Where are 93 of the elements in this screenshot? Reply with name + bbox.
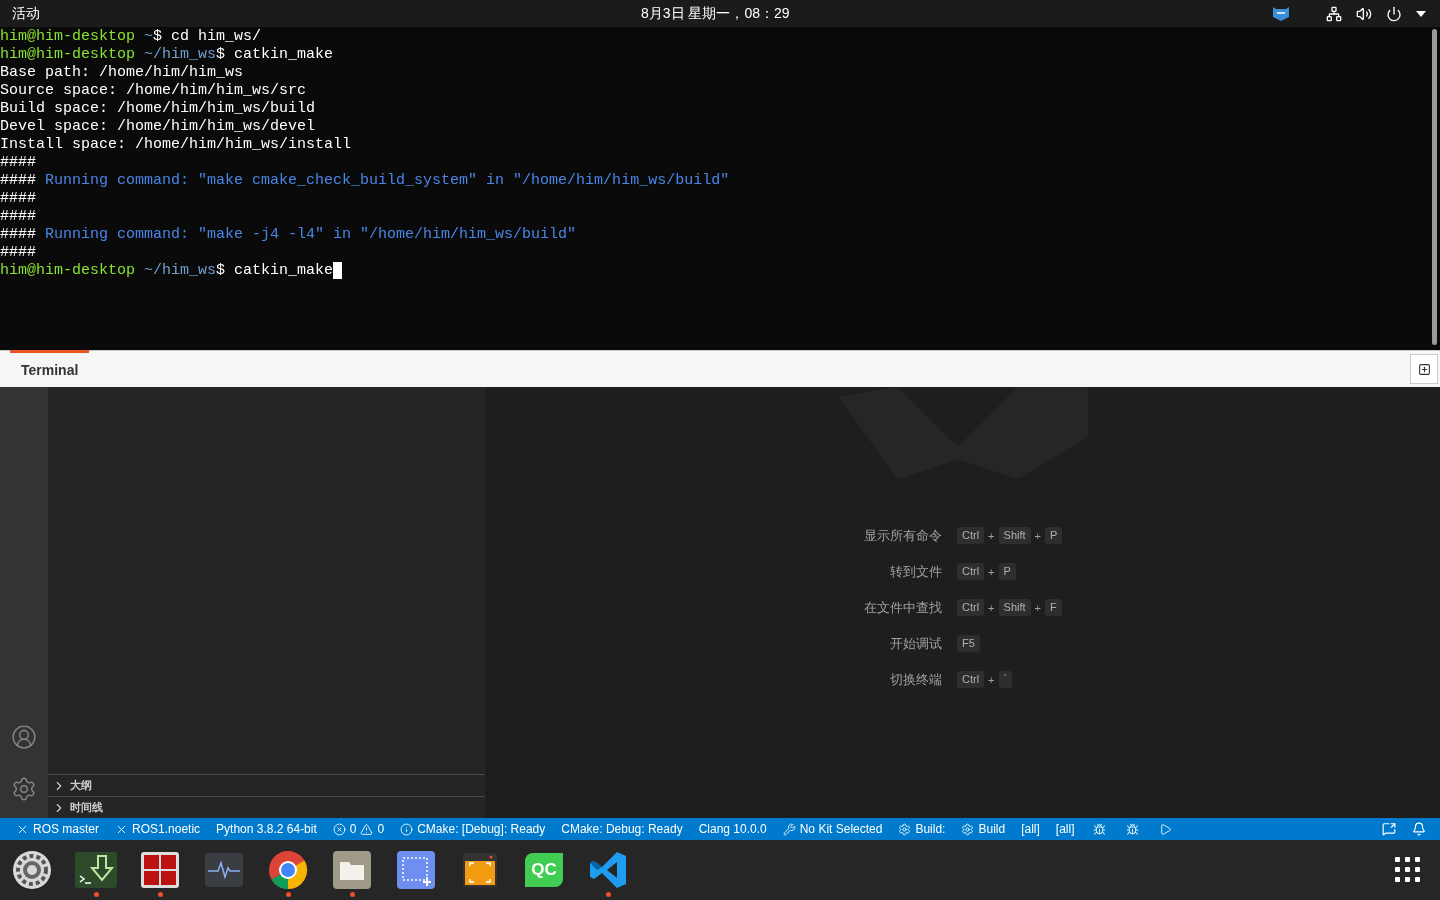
shortcut-label: 显示所有命令 — [863, 527, 942, 546]
bug-icon — [1125, 822, 1139, 836]
play-icon — [1158, 822, 1172, 836]
shortcut-label: 开始调试 — [889, 635, 942, 654]
section-title: 时间线 — [70, 800, 103, 816]
plus-sign: + — [988, 528, 995, 544]
terminal-line: #### — [0, 154, 37, 172]
shortcut-label: 在文件中查找 — [863, 599, 942, 618]
activities-button[interactable]: 活动 — [0, 3, 52, 24]
tray-app-icon[interactable] — [1272, 5, 1290, 22]
terminal-line: him@him-desktop ~/him_ws$ catkin_make — [0, 46, 335, 64]
keyboard-key: Ctrl — [957, 563, 985, 581]
status-item[interactable]: CMake: Debug: Ready — [553, 818, 691, 840]
terminal-line: Devel space: /home/him/him_ws/devel — [0, 118, 317, 136]
qt-creator-icon: QC — [525, 853, 563, 887]
code-editor-icon — [588, 850, 628, 890]
feedback-icon[interactable] — [1382, 822, 1396, 836]
keyboard-key: P — [1045, 527, 1063, 545]
plus-sign: + — [988, 564, 995, 580]
problems-status[interactable]: 0 0 — [324, 818, 393, 840]
folder-icon — [332, 850, 372, 890]
terminal-line: him@him-desktop ~$ cd him_ws/ — [0, 28, 263, 46]
wrench-icon — [782, 822, 796, 836]
plus-sign: + — [1034, 528, 1041, 544]
gear-icon — [898, 822, 912, 836]
running-indicator — [285, 892, 291, 897]
terminal-grid-icon — [140, 850, 180, 890]
app-grid-icon[interactable] — [1395, 857, 1421, 883]
dropdown-arrow-icon[interactable] — [1416, 10, 1426, 17]
keyboard-key: Shift — [998, 599, 1031, 617]
terminal-line: Source space: /home/him/him_ws/src — [0, 82, 308, 100]
plus-sign: + — [1034, 600, 1041, 616]
error-count: 0 — [349, 821, 357, 838]
status-item[interactable]: Python 3.8.2 64-bit — [208, 818, 325, 840]
shortcut-label: 转到文件 — [889, 563, 942, 582]
status-item[interactable]: ROS master — [8, 818, 107, 840]
status-item[interactable]: Clang 10.0.0 — [690, 818, 775, 840]
status-item[interactable]: Build — [953, 818, 1014, 840]
terminal-line: Build space: /home/him/him_ws/build — [0, 100, 317, 118]
system-monitor-icon — [204, 852, 244, 888]
running-indicator — [349, 892, 355, 897]
keyboard-key: Shift — [998, 527, 1031, 545]
shortcut-label: 切换终端 — [889, 671, 942, 690]
running-indicator — [157, 892, 163, 897]
terminal-download-icon — [74, 850, 118, 890]
clock[interactable]: 8月3日 星期一，08：29 — [641, 3, 790, 24]
status-item[interactable]: [all] — [1047, 818, 1083, 840]
keyboard-key: Ctrl — [957, 671, 985, 689]
bug-icon — [1092, 822, 1106, 836]
scrollbar[interactable] — [1432, 29, 1437, 345]
sidebar-section-header[interactable]: 大纲 — [48, 774, 485, 796]
warning-count: 0 — [377, 821, 385, 838]
keyboard-key: Ctrl — [957, 599, 985, 617]
screen-recorder-icon — [462, 852, 498, 888]
error-icon — [332, 822, 346, 836]
gear-icon — [12, 850, 52, 890]
keyboard-key: F — [1045, 599, 1062, 617]
power-icon[interactable] — [1386, 5, 1402, 22]
running-indicator — [93, 892, 99, 897]
terminal-line: #### Running command: "make -j4 -l4" in "/home/him/him_ws/build" — [0, 226, 578, 244]
browser-icon — [268, 850, 308, 890]
running-indicator — [605, 892, 611, 897]
terminal-line: Install space: /home/him/him_ws/install — [0, 136, 353, 154]
status-item[interactable]: No Kit Selected — [774, 818, 891, 840]
warning-icon — [360, 822, 374, 836]
plus-sign: + — [988, 672, 995, 688]
info-icon — [400, 822, 414, 836]
network-icon[interactable] — [1326, 5, 1342, 22]
terminal-line: him@him-desktop ~/him_ws$ catkin_make — [0, 262, 1440, 280]
status-item[interactable]: CMake: [Debug]: Ready — [392, 818, 554, 840]
gear-icon — [961, 822, 975, 836]
account-icon[interactable] — [11, 724, 37, 750]
section-title: 大纲 — [70, 778, 92, 794]
terminal-line: #### — [0, 190, 37, 208]
keyboard-key: F5 — [957, 635, 980, 653]
terminal-line: #### — [0, 244, 37, 262]
status-item[interactable]: ROS1.noetic — [107, 818, 209, 840]
screenshot-icon — [396, 850, 436, 890]
terminal-line: Base path: /home/him/him_ws — [0, 64, 245, 82]
terminal-output[interactable] — [0, 27, 1440, 350]
terminal-line: #### Running command: "make cmake_check_build_system" in "/home/him/him_ws/build" — [0, 172, 731, 190]
status-item[interactable]: Build: — [890, 818, 954, 840]
keyboard-key: ` — [998, 671, 1013, 689]
volume-icon[interactable] — [1356, 5, 1372, 22]
plus-sign: + — [988, 600, 995, 616]
keyboard-key: Ctrl — [957, 527, 985, 545]
new-tab-icon — [1417, 362, 1431, 376]
terminal-line: #### — [0, 208, 37, 226]
status-item[interactable]: [all] — [1013, 818, 1048, 840]
notification-bell-icon[interactable] — [1412, 822, 1426, 836]
new-tab-button[interactable] — [1410, 354, 1438, 384]
settings-icon[interactable] — [11, 776, 37, 802]
keyboard-key: P — [998, 563, 1016, 581]
